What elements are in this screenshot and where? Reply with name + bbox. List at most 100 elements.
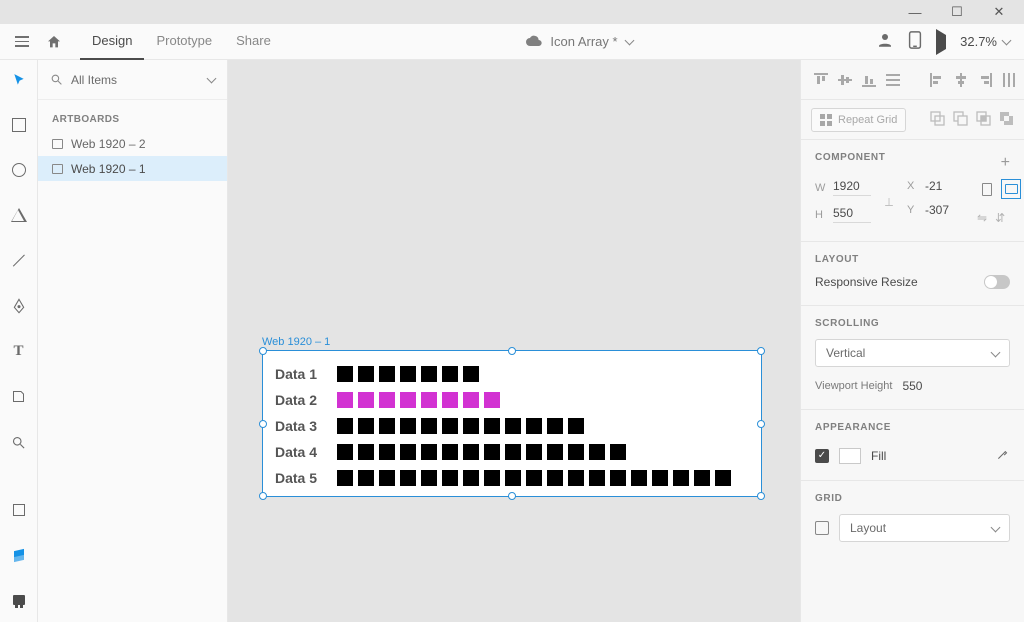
data-square [547,444,563,460]
layers-filter-dropdown[interactable]: All Items [38,60,227,100]
align-center-button[interactable] [949,68,973,92]
data-square [715,470,731,486]
layers-panel-button[interactable] [7,543,31,566]
selection-handle[interactable] [757,347,765,355]
artboard-tool[interactable] [7,385,31,408]
selection-handle[interactable] [757,420,765,428]
canvas[interactable]: Web 1920 – 1 Data 1Data 2Data 3Data 4Dat… [228,60,800,622]
boolean-intersect-button[interactable] [976,111,991,129]
data-square [568,444,584,460]
data-square [379,366,395,382]
y-input[interactable]: -307 [925,203,963,217]
tab-prototype[interactable]: Prototype [144,24,224,60]
data-square [463,418,479,434]
artboard-name-label[interactable]: Web 1920 – 1 [262,336,330,348]
align-middle-button[interactable] [833,68,857,92]
chart-row: Data 3 [275,417,751,435]
chevron-down-icon [1002,36,1012,46]
data-square [400,444,416,460]
data-square [358,418,374,434]
line-tool[interactable] [7,249,31,272]
eyedropper-button[interactable] [996,447,1010,464]
assets-icon [13,504,25,516]
orientation-landscape-button[interactable] [1001,179,1021,199]
triangle-icon [12,209,26,222]
rectangle-tool[interactable] [7,113,31,136]
data-square [358,366,374,382]
data-square [337,470,353,486]
artboard-layer-item[interactable]: Web 1920 – 2 [38,131,227,156]
data-square [505,470,521,486]
row-label: Data 5 [275,470,329,486]
align-right-button[interactable] [973,68,997,92]
grid-enabled-checkbox[interactable] [815,521,829,535]
selection-handle[interactable] [508,347,516,355]
boolean-exclude-button[interactable] [999,111,1014,129]
height-input[interactable]: 550 [833,206,871,223]
viewport-height-input[interactable]: 550 [902,379,922,393]
distribute-vertical-button[interactable] [881,68,905,92]
tab-design[interactable]: Design [80,24,144,60]
responsive-resize-toggle[interactable] [984,275,1010,289]
add-component-button[interactable]: + [1001,155,1010,171]
x-input[interactable]: -21 [925,179,963,193]
artboard-layer-item[interactable]: Web 1920 – 1 [38,156,227,181]
play-icon [936,29,946,55]
zoom-tool[interactable] [7,431,31,454]
responsive-resize-label: Responsive Resize [815,275,918,289]
document-title[interactable]: Icon Array * [526,34,632,49]
play-button[interactable] [936,35,946,49]
window-maximize-button[interactable]: ☐ [936,0,978,24]
data-square [337,418,353,434]
orientation-portrait-button[interactable] [977,179,997,199]
fill-enabled-checkbox[interactable]: ✓ [815,449,829,463]
window-close-button[interactable]: ✕ [978,0,1020,24]
boolean-add-button[interactable] [930,111,945,129]
portrait-icon [982,183,992,196]
repeat-grid-button[interactable]: Repeat Grid [811,108,906,132]
row-label: Data 1 [275,366,329,382]
assets-panel-button[interactable] [7,498,31,521]
grid-icon [820,114,832,126]
align-left-button[interactable] [925,68,949,92]
select-tool[interactable] [7,68,31,91]
align-top-button[interactable] [809,68,833,92]
text-tool[interactable]: T [7,340,31,363]
window-titlebar: — ☐ ✕ [0,0,1024,24]
window-minimize-button[interactable]: — [894,0,936,24]
lock-aspect-button[interactable]: ⟂ [885,195,893,210]
tab-share[interactable]: Share [224,24,283,60]
profile-button[interactable] [876,31,894,52]
selection-handle[interactable] [259,492,267,500]
plugins-panel-button[interactable] [7,589,31,612]
width-input[interactable]: 1920 [833,179,871,196]
pen-tool[interactable] [7,295,31,318]
selection-handle[interactable] [259,347,267,355]
ellipse-tool[interactable] [7,159,31,182]
selection-handle[interactable] [259,420,267,428]
document-title-text: Icon Array * [550,34,617,49]
fill-color-swatch[interactable] [839,448,861,464]
selection-handle[interactable] [757,492,765,500]
home-button[interactable] [38,24,70,60]
data-square [568,470,584,486]
layout-heading: LAYOUT [815,254,1010,265]
menu-button[interactable] [6,24,38,60]
boolean-subtract-button[interactable] [953,111,968,129]
polygon-tool[interactable] [7,204,31,227]
artboard-selected[interactable]: Data 1Data 2Data 3Data 4Data 5 [262,350,762,497]
selection-handle[interactable] [508,492,516,500]
data-square [400,366,416,382]
distribute-horizontal-button[interactable] [997,68,1021,92]
flip-vertical-button[interactable]: ⇵ [995,211,1005,225]
data-square [379,470,395,486]
device-preview-button[interactable] [908,31,922,52]
app-topbar: Design Prototype Share Icon Array * 32.7… [0,24,1024,60]
zoom-dropdown[interactable]: 32.7% [960,34,1010,49]
hamburger-icon [15,41,29,43]
scrolling-select[interactable]: Vertical [815,339,1010,367]
grid-type-select[interactable]: Layout [839,514,1010,542]
align-bottom-button[interactable] [857,68,881,92]
workspace-tabs: Design Prototype Share [80,24,283,60]
flip-horizontal-button[interactable]: ⇋ [977,211,987,225]
